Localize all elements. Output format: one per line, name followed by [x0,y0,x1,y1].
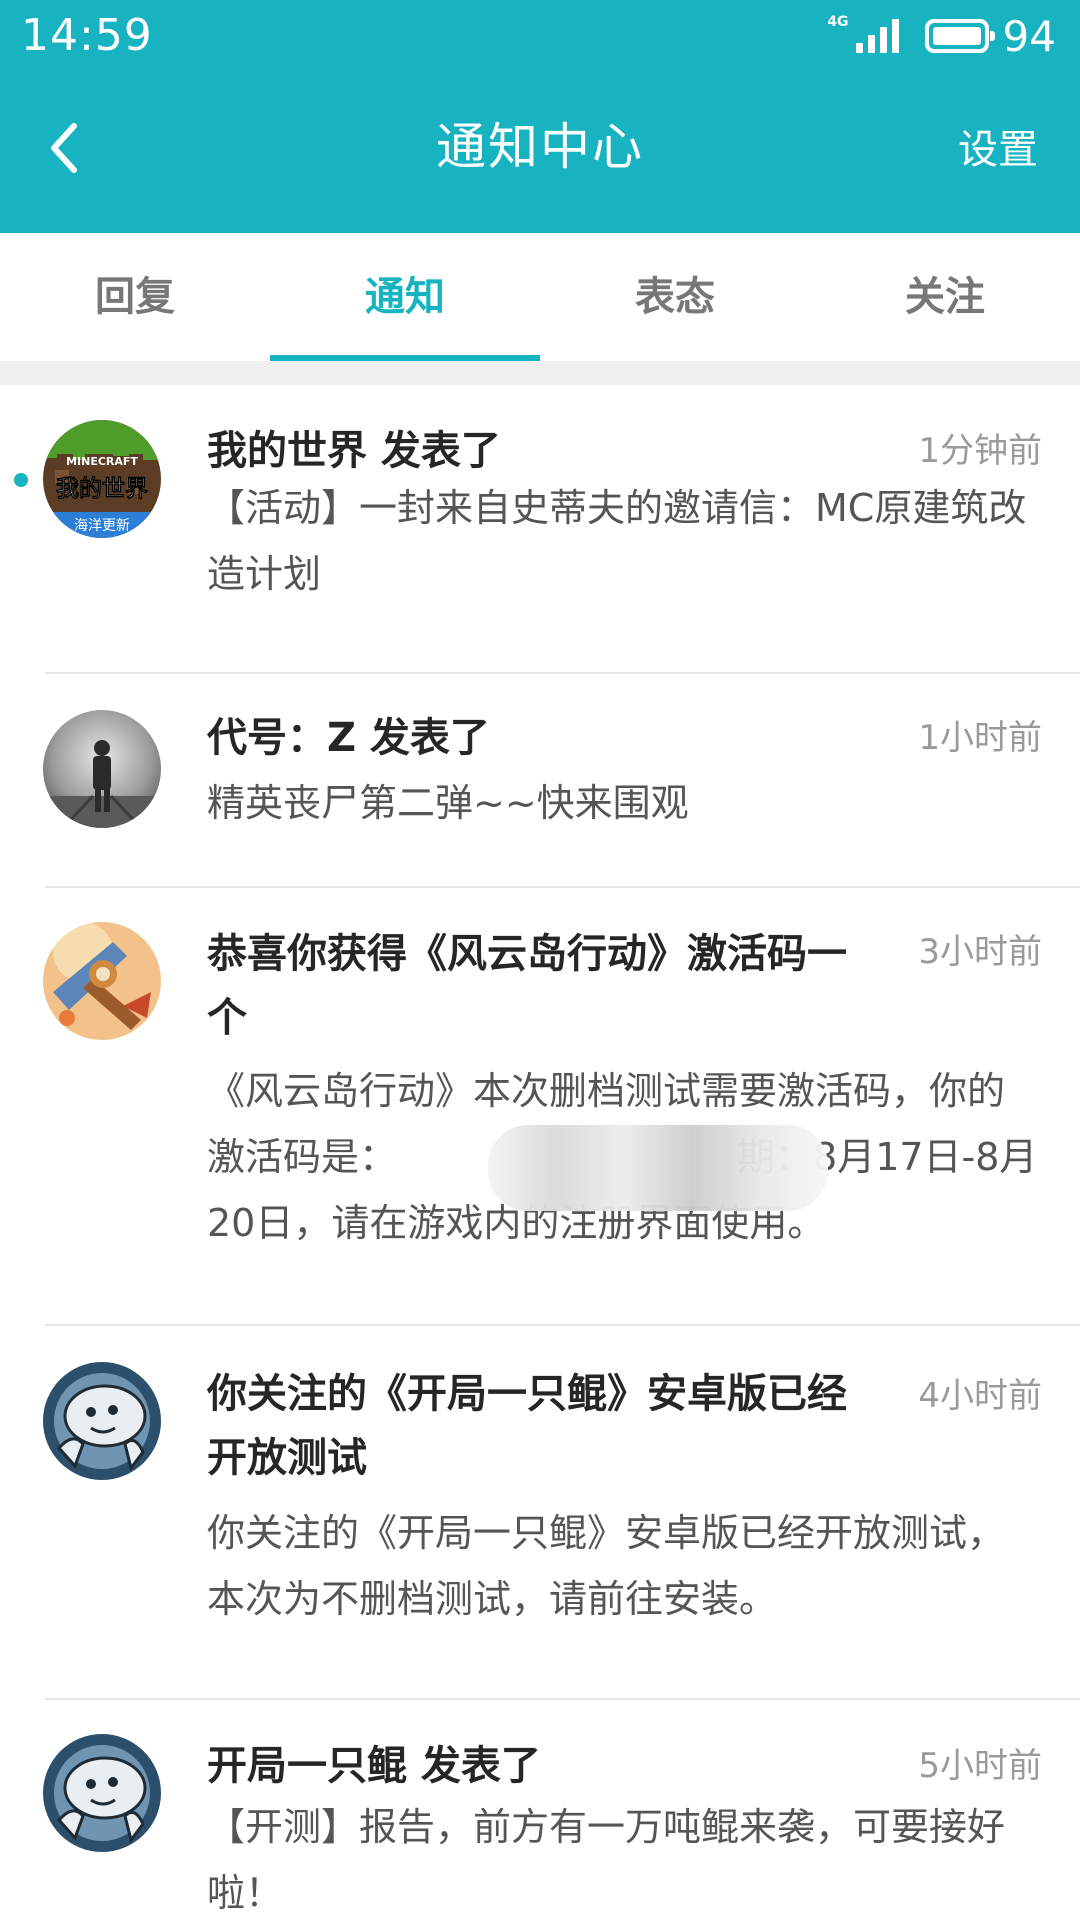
tab-bar: 回复 通知 表态 关注 [0,233,1080,361]
notification-time: 1分钟前 [918,431,1042,471]
tab-reaction[interactable]: 表态 [540,233,810,361]
notification-body: 【开测】报告，前方有一万吨鲲来袭，可要接好啦！ [207,1805,1006,1915]
minecraft-avatar[interactable]: MINECRAFT 我的世界 海洋更新 [43,420,161,538]
notification-title: 开局一只鲲 发表了 [207,1743,541,1789]
minecraft-avatar-title: 我的世界 [56,475,148,502]
fengyun-island-avatar[interactable] [43,922,161,1040]
notification-time: 3小时前 [918,932,1042,972]
signal-icon [851,19,899,53]
notification-time: 4小时前 [918,1376,1042,1416]
page-title: 通知中心 [436,118,644,176]
notification-body: 【活动】一封来自史蒂夫的邀请信：MC原建筑改造计划 [207,486,1027,596]
unread-dot [14,473,28,487]
svg-text:MINECRAFT: MINECRAFT [66,455,138,468]
notification-body: 你关注的《开局一只鲲》安卓版已经开放测试，本次为不删档测试，请前往安装。 [207,1511,1006,1621]
list-item[interactable]: 开局一只鲲 发表了 5小时前 【开测】报告，前方有一万吨鲲来袭，可要接好啦！ [0,1700,1080,1920]
notification-time: 5小时前 [918,1746,1042,1786]
status-icons: 4G 94 [827,8,1056,64]
notification-title: 恭喜你获得《风云岛行动》激活码一个 [207,931,847,1041]
status-time: 14:59 [21,10,153,61]
battery-level: 94 [1002,11,1056,61]
network-type-label: 4G [827,14,849,30]
tab-reply[interactable]: 回复 [0,233,270,361]
notification-title: 你关注的《开局一只鲲》安卓版已经开放测试 [207,1371,847,1481]
kun-game-avatar[interactable] [43,1362,161,1480]
list-item[interactable]: 恭喜你获得《风云岛行动》激活码一个 3小时前 《风云岛行动》本次删档测试需要激活… [0,888,1080,1326]
notification-title: 我的世界 发表了 [207,428,501,474]
list-item[interactable]: 你关注的《开局一只鲲》安卓版已经开放测试 4小时前 你关注的《开局一只鲲》安卓版… [0,1326,1080,1700]
section-gap [0,361,1080,385]
notification-body: 精英丧尸第二弹~~快来围观 [207,781,689,825]
tab-notice[interactable]: 通知 [270,233,540,361]
redaction-blur [488,1125,828,1211]
kun-game-avatar[interactable] [43,1734,161,1852]
list-item[interactable]: 代号：Z 发表了 1小时前 精英丧尸第二弹~~快来围观 [0,674,1080,888]
battery-icon [924,19,995,53]
notification-center-screen: 14:59 4G 94 通知中心 设置 回复 通知 表态 关注 MINECRAF… [0,0,1080,1920]
notification-title: 代号：Z 发表了 [207,715,490,761]
header-bar: 14:59 4G 94 通知中心 设置 [0,0,1080,233]
notification-time: 1小时前 [918,718,1042,758]
list-item[interactable]: MINECRAFT 我的世界 海洋更新 我的世界 发表了 1分钟前 【活动】一封… [0,385,1080,674]
tab-follow[interactable]: 关注 [810,233,1080,361]
minecraft-avatar-subtitle: 海洋更新 [74,518,130,534]
settings-button[interactable]: 设置 [958,120,1038,180]
zombie-game-avatar[interactable] [43,710,161,828]
